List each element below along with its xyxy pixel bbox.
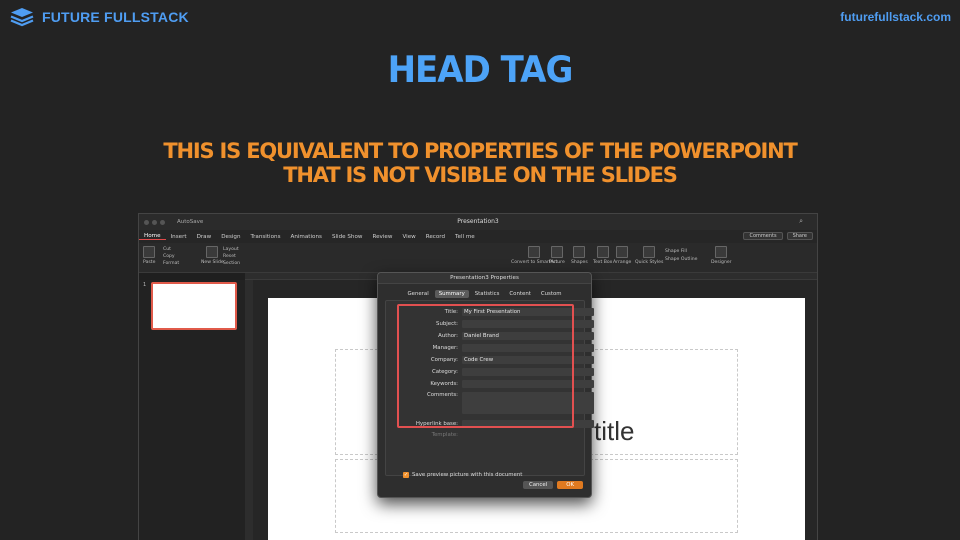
section-button[interactable]: Section — [223, 260, 240, 267]
tab-general[interactable]: General — [403, 290, 432, 298]
shapes-button[interactable]: Shapes — [571, 246, 588, 265]
tab-record[interactable]: Record — [421, 234, 450, 240]
quick-styles-icon — [643, 246, 656, 258]
designer-icon — [715, 246, 728, 258]
properties-dialog: Presentation3 Properties General Summary… — [377, 272, 594, 498]
brand-name: FUTURE FULLSTACK — [42, 9, 189, 25]
picture-button[interactable]: Picture — [549, 246, 565, 265]
designer-label: Designer — [711, 260, 732, 265]
highlight-box — [397, 304, 574, 428]
checkbox-checked-icon[interactable]: ✓ — [403, 472, 409, 478]
slide-layout-group: Layout Reset Section — [223, 246, 240, 267]
save-preview-label: Save preview picture with this document — [412, 472, 523, 478]
headline: HEAD TAG — [387, 48, 574, 92]
new-slide-icon — [206, 246, 219, 258]
quick-styles-label: Quick Styles — [635, 260, 664, 265]
comments-button[interactable]: Comments — [743, 232, 783, 240]
brand-logo: FUTURE FULLSTACK — [9, 7, 189, 27]
picture-icon — [550, 246, 563, 258]
share-button[interactable]: Share — [786, 232, 813, 240]
layers-icon — [10, 8, 34, 27]
tab-home[interactable]: Home — [139, 233, 166, 240]
tab-draw[interactable]: Draw — [192, 234, 217, 240]
new-slide-button[interactable]: New Slide — [201, 246, 224, 265]
cancel-button[interactable]: Cancel — [522, 481, 554, 489]
placeholder-text: title — [594, 416, 635, 446]
tab-custom[interactable]: Custom — [537, 290, 566, 298]
text-box-icon — [596, 246, 609, 258]
tab-tell-me[interactable]: Tell me — [450, 234, 480, 240]
tab-review[interactable]: Review — [367, 234, 397, 240]
save-preview-option[interactable]: ✓ Save preview picture with this documen… — [403, 472, 522, 478]
picture-label: Picture — [549, 260, 565, 265]
shapes-label: Shapes — [571, 260, 588, 265]
paste-icon — [143, 246, 156, 258]
reset-button[interactable]: Reset — [223, 253, 240, 260]
designer-button[interactable]: Designer — [711, 246, 732, 265]
tab-design[interactable]: Design — [216, 234, 245, 240]
tab-slide-show[interactable]: Slide Show — [327, 234, 368, 240]
layout-button[interactable]: Layout — [223, 246, 240, 253]
arrange-button[interactable]: Arrange — [613, 246, 631, 265]
title-bar: AutoSave Presentation3 ⌕ — [139, 214, 817, 230]
slide: FUTURE FULLSTACK futurefullstack.com HEA… — [0, 0, 960, 540]
slide-thumbnail[interactable] — [151, 282, 237, 330]
subtitle-line-2: THAT IS NOT VISIBLE ON THE SLIDES — [283, 163, 678, 187]
slide-number: 1 — [143, 282, 147, 288]
shape-fill-button[interactable]: Shape Fill — [665, 248, 697, 256]
quick-styles-button[interactable]: Quick Styles — [635, 246, 663, 265]
tab-insert[interactable]: Insert — [166, 234, 192, 240]
ribbon: Paste Cut Copy Format New Slide Layout R… — [139, 243, 817, 273]
slide-thumbnails: 1 — [139, 280, 245, 540]
shape-format-group: Shape Fill Shape Outline — [665, 248, 697, 264]
template-label: Template: — [431, 432, 458, 438]
ok-button[interactable]: OK — [557, 481, 583, 489]
arrange-label: Arrange — [613, 260, 632, 265]
tab-statistics[interactable]: Statistics — [471, 290, 504, 298]
site-url[interactable]: futurefullstack.com — [840, 10, 951, 24]
text-box-button[interactable]: Text Box — [593, 246, 612, 265]
format-button[interactable]: Format — [163, 260, 179, 267]
dialog-buttons: Cancel OK — [522, 481, 583, 489]
clipboard-group: Cut Copy Format — [163, 246, 179, 267]
subtitle-line-1: THIS IS EQUIVALENT TO PROPERTIES OF THE … — [163, 139, 797, 163]
new-slide-label: New Slide — [201, 260, 224, 265]
shape-outline-button[interactable]: Shape Outline — [665, 256, 697, 264]
dialog-tabs: General Summary Statistics Content Custo… — [378, 290, 591, 298]
dialog-title: Presentation3 Properties — [378, 273, 591, 284]
smartart-icon — [528, 246, 541, 258]
arrange-icon — [616, 246, 629, 258]
cut-button[interactable]: Cut — [163, 246, 179, 253]
tab-transitions[interactable]: Transitions — [246, 234, 286, 240]
copy-button[interactable]: Copy — [163, 253, 179, 260]
paste-button[interactable]: Paste — [143, 246, 155, 265]
tab-view[interactable]: View — [397, 234, 420, 240]
search-icon[interactable]: ⌕ — [799, 217, 803, 226]
shapes-icon — [573, 246, 586, 258]
tab-animations[interactable]: Animations — [286, 234, 327, 240]
text-box-label: Text Box — [593, 260, 613, 265]
ribbon-tabs: Home Insert Draw Design Transitions Anim… — [139, 230, 817, 243]
window-title: Presentation3 — [457, 218, 499, 225]
tab-summary[interactable]: Summary — [434, 290, 469, 298]
vertical-ruler — [245, 280, 253, 540]
paste-label: Paste — [143, 260, 156, 265]
tab-content[interactable]: Content — [505, 290, 534, 298]
